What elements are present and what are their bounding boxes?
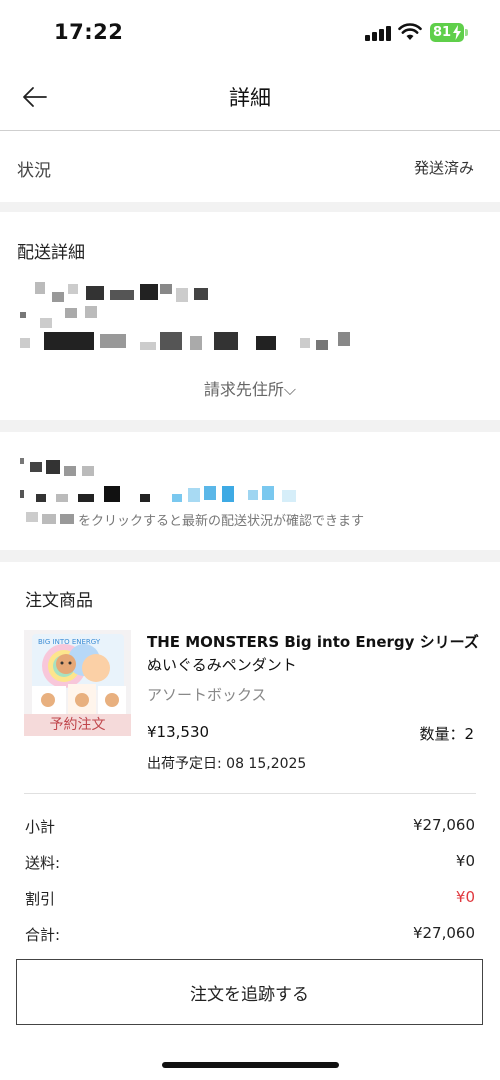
shipping-label: 送料: — [25, 854, 61, 872]
tracking-section[interactable]: をクリックすると最新の配送状況が確認できます — [0, 432, 500, 550]
product-price: ¥13,530 — [147, 723, 210, 741]
status-bar: 17:22 81 — [0, 0, 500, 64]
product-name-line1: THE MONSTERS Big into Energy シリーズ — [147, 633, 479, 651]
battery-icon: 81 — [430, 23, 464, 42]
order-status-row: 状況 発送済み — [0, 132, 500, 202]
ship-date: 出荷予定日: 08 15,2025 — [147, 756, 307, 772]
order-items-section: 注文商品 BIG INTO ENERGY 予約注文 THE MONSTERS B… — [0, 562, 500, 1080]
section-divider — [0, 420, 500, 432]
product-name[interactable]: THE MONSTERS Big into Energy シリーズ ぬいぐるみペ… — [147, 631, 482, 677]
total-row: 合計: ¥27,060 — [25, 924, 475, 948]
preorder-badge: 予約注文 — [24, 714, 131, 736]
wifi-icon — [398, 23, 422, 40]
charging-bolt-icon — [453, 25, 461, 40]
order-items-title: 注文商品 — [25, 591, 93, 611]
product-illustration: BIG INTO ENERGY — [24, 630, 131, 714]
tracking-hint-text: をクリックすると最新の配送状況が確認できます — [78, 514, 365, 529]
battery-level: 81 — [433, 25, 452, 40]
order-status-label: 状況 — [17, 161, 51, 181]
product-quantity: 数量：2 — [419, 725, 474, 743]
status-time: 17:22 — [54, 20, 124, 44]
shipping-row: 送料: ¥0 — [25, 852, 475, 876]
section-divider — [0, 550, 500, 562]
delivery-details-title: 配送詳細 — [17, 243, 85, 263]
discount-row: 割引 ¥0 — [25, 888, 475, 912]
discount-label: 割引 — [25, 890, 56, 908]
delivery-details-section: 配送詳細 請求先住所⌵ — [0, 212, 500, 420]
total-value: ¥27,060 — [412, 924, 475, 942]
section-divider — [0, 202, 500, 212]
page-title: 詳細 — [229, 86, 271, 110]
billing-address-link[interactable]: 請求先住所⌵ — [0, 376, 500, 400]
subtotal-value: ¥27,060 — [412, 816, 475, 834]
home-indicator[interactable] — [162, 1062, 339, 1068]
summary-divider — [24, 793, 476, 794]
discount-value: ¥0 — [455, 888, 475, 906]
battery-tip — [465, 29, 468, 36]
subtotal-label: 小計 — [25, 818, 56, 836]
total-label: 合計: — [25, 926, 61, 944]
order-status-value: 発送済み — [413, 159, 474, 177]
cellular-signal-icon — [365, 25, 391, 41]
subtotal-row: 小計 ¥27,060 — [25, 816, 475, 840]
product-variant: アソートボックス — [147, 686, 267, 704]
shipping-value: ¥0 — [455, 852, 475, 870]
nav-header: 詳細 — [0, 64, 500, 131]
product-image[interactable]: BIG INTO ENERGY 予約注文 — [24, 630, 131, 736]
product-name-line2: ぬいぐるみペンダント — [147, 656, 297, 674]
track-order-button[interactable]: 注文を追跡する — [16, 959, 483, 1025]
